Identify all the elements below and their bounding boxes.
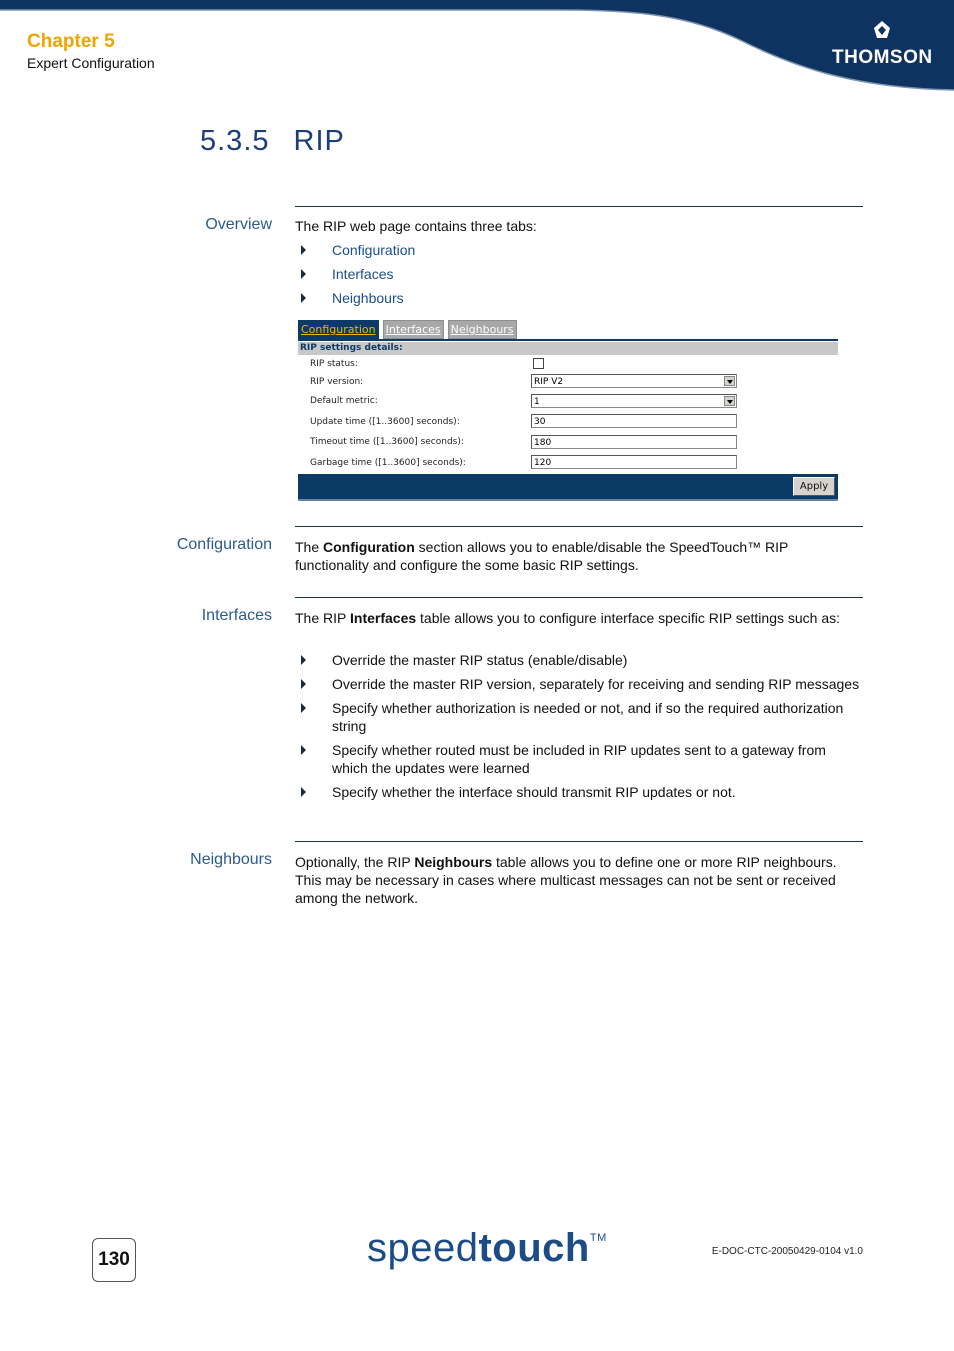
- rip-version-select[interactable]: RIP V2: [531, 374, 737, 388]
- list-item-text: Specify whether authorization is needed …: [332, 700, 844, 734]
- list-item-text: Specify whether the interface should tra…: [332, 784, 736, 800]
- rip-version-value: RIP V2: [534, 377, 564, 387]
- list-item: Override the master RIP status (enable/d…: [295, 651, 863, 669]
- chapter-label: Chapter 5: [27, 31, 115, 52]
- header-banner: [0, 0, 954, 91]
- text: The RIP: [295, 610, 350, 626]
- page-number: 130: [92, 1238, 136, 1282]
- bullet-arrow-icon: [301, 787, 306, 797]
- timeout-time-input[interactable]: 180: [531, 435, 737, 449]
- overview-tab-list: Configuration Interfaces Neighbours: [295, 241, 863, 313]
- list-item[interactable]: Interfaces: [295, 265, 863, 283]
- bullet-arrow-icon: [301, 293, 306, 303]
- apply-button[interactable]: Apply: [793, 477, 835, 496]
- bullet-arrow-icon: [301, 269, 306, 279]
- list-item: Specify whether routed must be included …: [295, 741, 863, 777]
- bold-term: Configuration: [323, 539, 415, 555]
- interfaces-text: The RIP Interfaces table allows you to c…: [295, 609, 863, 627]
- overview-intro: The RIP web page contains three tabs:: [295, 218, 537, 234]
- update-time-input[interactable]: 30: [531, 414, 737, 428]
- divider: [295, 526, 863, 527]
- configuration-text: The Configuration section allows you to …: [295, 538, 863, 574]
- rip-status-label: RIP status:: [310, 359, 358, 369]
- list-item: Specify whether the interface should tra…: [295, 783, 863, 801]
- rip-version-label: RIP version:: [310, 377, 364, 387]
- tab-underline: [298, 339, 838, 341]
- rip-status-checkbox[interactable]: [533, 358, 544, 369]
- tab-configuration[interactable]: Configuration: [298, 320, 379, 339]
- link-neighbours[interactable]: Neighbours: [332, 290, 404, 306]
- bullet-arrow-icon: [301, 245, 306, 255]
- bullet-arrow-icon: [301, 703, 306, 713]
- section-heading: 5.3.5 RIP: [200, 125, 345, 158]
- default-metric-value: 1: [534, 397, 540, 407]
- thomson-logo-text: THOMSON: [832, 47, 933, 68]
- trademark-mark: TM: [589, 1232, 607, 1244]
- thomson-emblem-icon: [874, 21, 890, 38]
- panel-header: RIP settings details:: [298, 342, 838, 355]
- bullet-arrow-icon: [301, 745, 306, 755]
- link-interfaces[interactable]: Interfaces: [332, 266, 393, 282]
- text: table allows you to configure interface …: [416, 610, 841, 626]
- speedtouch-logo: speedtouchTM: [367, 1226, 607, 1271]
- interfaces-label: Interfaces: [201, 607, 272, 624]
- configuration-label: Configuration: [176, 536, 272, 553]
- default-metric-select[interactable]: 1: [531, 394, 737, 408]
- divider: [295, 206, 863, 207]
- divider: [295, 841, 863, 842]
- list-item-text: Specify whether routed must be included …: [332, 742, 826, 776]
- document-reference: E-DOC-CTC-20050429-0104 v1.0: [711, 1246, 863, 1257]
- logo-light-text: speed: [367, 1226, 479, 1270]
- interfaces-bullet-list: Override the master RIP status (enable/d…: [295, 651, 863, 807]
- tab-neighbours[interactable]: Neighbours: [447, 320, 517, 339]
- apply-bar: Apply: [298, 474, 838, 501]
- update-time-label: Update time ([1..3600] seconds):: [310, 417, 460, 427]
- list-item: Specify whether authorization is needed …: [295, 699, 863, 735]
- list-item-text: Override the master RIP version, separat…: [332, 676, 860, 692]
- list-item-text: Override the master RIP status (enable/d…: [332, 652, 628, 668]
- bullet-arrow-icon: [301, 655, 306, 665]
- link-configuration[interactable]: Configuration: [332, 242, 415, 258]
- section-number: 5.3.5: [200, 125, 270, 157]
- thomson-logo: THOMSON: [832, 20, 932, 69]
- chevron-down-icon[interactable]: [724, 396, 735, 406]
- chevron-down-icon[interactable]: [724, 376, 735, 386]
- default-metric-label: Default metric:: [310, 396, 378, 406]
- text: Optionally, the RIP: [295, 854, 415, 870]
- section-title: RIP: [293, 125, 345, 157]
- divider: [295, 597, 863, 598]
- list-item[interactable]: Configuration: [295, 241, 863, 259]
- logo-bold-text: touch: [478, 1226, 590, 1270]
- garbage-time-label: Garbage time ([1..3600] seconds):: [310, 458, 466, 468]
- neighbours-label: Neighbours: [190, 851, 272, 868]
- list-item: Override the master RIP version, separat…: [295, 675, 863, 693]
- tab-interfaces[interactable]: Interfaces: [382, 320, 444, 339]
- neighbours-text: Optionally, the RIP Neighbours table all…: [295, 853, 863, 907]
- bold-term: Neighbours: [414, 854, 493, 870]
- text: The: [295, 539, 324, 555]
- overview-label: Overview: [205, 216, 272, 233]
- chapter-title: Expert Configuration: [27, 55, 155, 71]
- list-item[interactable]: Neighbours: [295, 289, 863, 307]
- timeout-time-label: Timeout time ([1..3600] seconds):: [310, 437, 464, 447]
- garbage-time-input[interactable]: 120: [531, 455, 737, 469]
- rip-tabs: Configuration Interfaces Neighbours: [298, 320, 517, 339]
- bullet-arrow-icon: [301, 679, 306, 689]
- rip-config-screenshot: Configuration Interfaces Neighbours RIP …: [298, 320, 838, 502]
- bold-term: Interfaces: [350, 610, 417, 626]
